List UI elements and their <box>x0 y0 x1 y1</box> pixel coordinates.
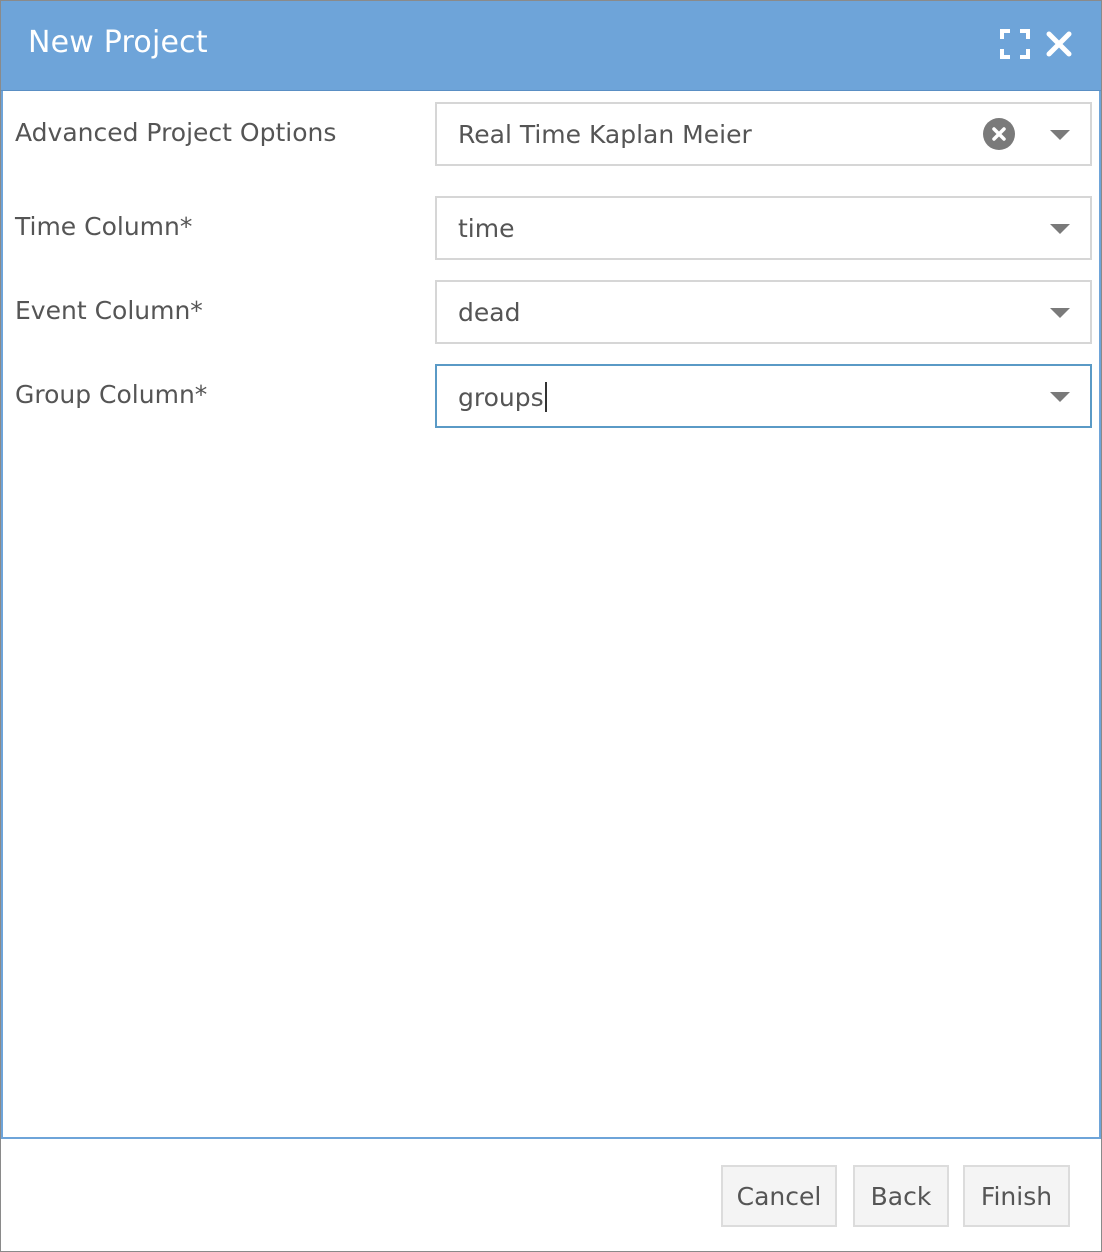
group-column-value: groups <box>458 383 544 412</box>
group-column-input[interactable]: groups <box>458 382 547 412</box>
dialog-titlebar[interactable]: New Project <box>1 1 1101 91</box>
chevron-down-icon[interactable] <box>1050 224 1070 234</box>
time-column-value: time <box>458 214 515 243</box>
cancel-button[interactable]: Cancel <box>721 1165 837 1227</box>
chevron-down-icon[interactable] <box>1050 308 1070 318</box>
text-cursor <box>544 382 547 412</box>
event-column-label: Event Column* <box>15 296 203 325</box>
event-column-value: dead <box>458 298 521 327</box>
clear-icon <box>992 127 1006 141</box>
maximize-icon <box>1000 29 1030 59</box>
advanced-options-select[interactable]: Real Time Kaplan Meier <box>435 102 1092 166</box>
dialog-title: New Project <box>28 25 208 60</box>
back-button[interactable]: Back <box>853 1165 949 1227</box>
event-column-select[interactable]: dead <box>435 280 1092 344</box>
time-column-label: Time Column* <box>15 212 193 241</box>
advanced-options-value: Real Time Kaplan Meier <box>458 120 752 149</box>
close-button[interactable] <box>1042 26 1076 62</box>
dialog-content: Advanced Project Options Real Time Kapla… <box>1 91 1101 1139</box>
time-column-select[interactable]: time <box>435 196 1092 260</box>
chevron-down-icon[interactable] <box>1050 130 1070 140</box>
dialog-footer: Cancel Back Finish <box>1 1139 1101 1251</box>
close-icon <box>1046 31 1072 57</box>
chevron-down-icon[interactable] <box>1050 392 1070 402</box>
clear-selection-button[interactable] <box>983 118 1015 150</box>
advanced-options-label: Advanced Project Options <box>15 118 337 147</box>
finish-button[interactable]: Finish <box>963 1165 1070 1227</box>
maximize-button[interactable] <box>998 26 1032 62</box>
group-column-label: Group Column* <box>15 380 208 409</box>
group-column-select[interactable]: groups <box>435 364 1092 428</box>
new-project-dialog: New Project Advanced Project Options Rea… <box>0 0 1102 1252</box>
